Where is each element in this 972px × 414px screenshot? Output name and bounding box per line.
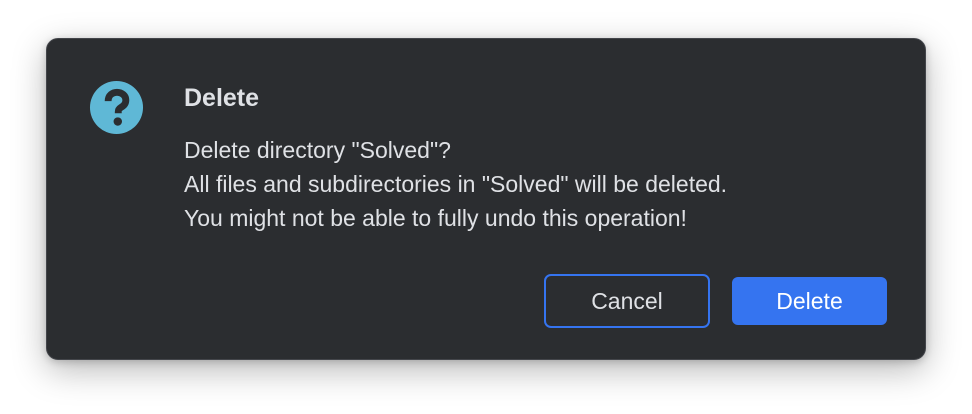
delete-confirmation-dialog: Delete Delete directory "Solved"? All fi… — [46, 38, 926, 360]
dialog-message: Delete directory "Solved"? All files and… — [184, 133, 727, 235]
message-line: Delete directory "Solved"? — [184, 137, 451, 163]
delete-button[interactable]: Delete — [732, 277, 887, 325]
question-icon — [89, 80, 144, 135]
message-line: All files and subdirectories in "Solved"… — [184, 171, 728, 197]
dialog-title: Delete — [184, 84, 260, 112]
message-line: You might not be able to fully undo this… — [184, 205, 687, 231]
cancel-button[interactable]: Cancel — [544, 274, 710, 328]
